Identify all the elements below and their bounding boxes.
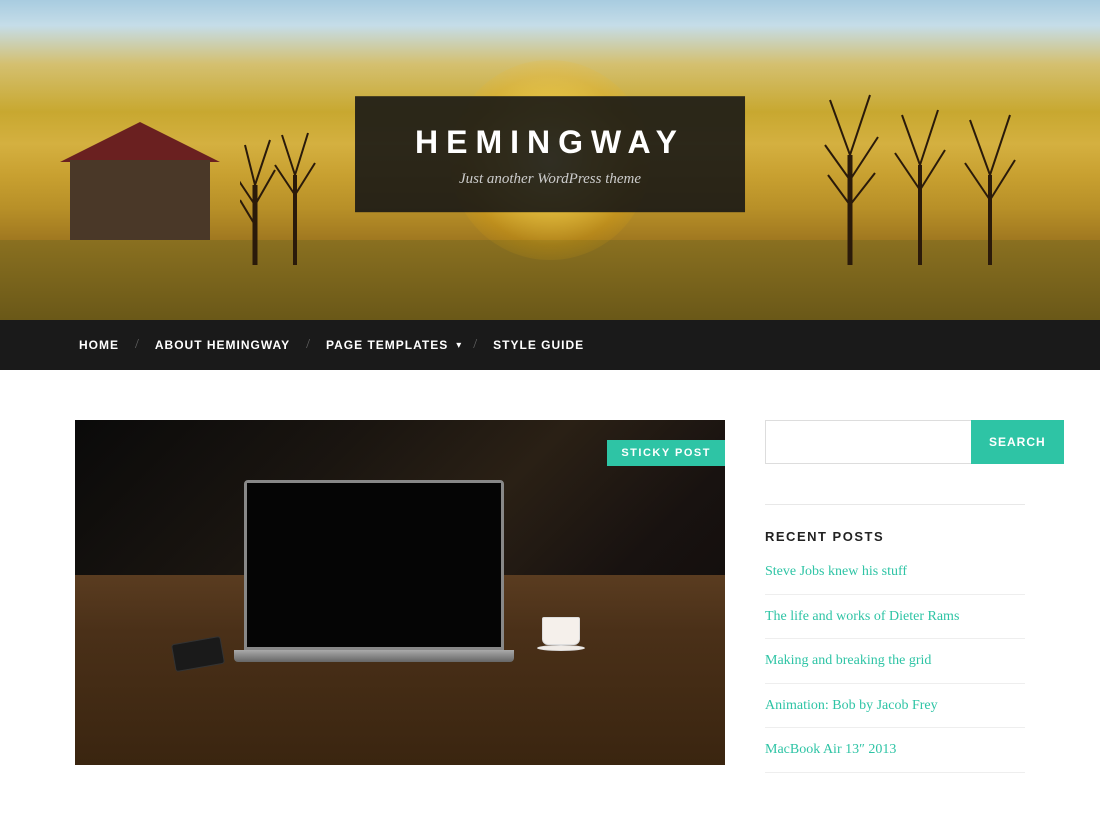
nav-separator-1: /: [135, 337, 139, 353]
nav-separator-2: /: [306, 337, 310, 353]
featured-post: STICKY POST: [75, 420, 725, 765]
list-item: Animation: Bob by Jacob Frey: [765, 684, 1025, 729]
list-item: MacBook Air 13″ 2013: [765, 728, 1025, 773]
sidebar: SEARCH RECENT POSTS Steve Jobs knew his …: [765, 420, 1025, 773]
nav-link-about[interactable]: ABOUT HEMINGWAY: [151, 338, 294, 352]
post-image: STICKY POST: [75, 420, 725, 765]
nav-item-about[interactable]: ABOUT HEMINGWAY: [151, 338, 294, 352]
search-input[interactable]: [765, 420, 971, 464]
nav-item-style[interactable]: STYLE GUIDE: [489, 338, 588, 352]
site-title-box: HEMINGWAY Just another WordPress theme: [355, 96, 745, 212]
nav-link-templates[interactable]: PAGE TEMPLATES: [322, 338, 452, 352]
trees-right-decoration: [820, 85, 1020, 265]
recent-posts-title: RECENT POSTS: [765, 529, 1025, 544]
list-item: The life and works of Dieter Rams: [765, 595, 1025, 640]
site-tagline: Just another WordPress theme: [415, 171, 685, 188]
recent-posts-widget: RECENT POSTS Steve Jobs knew his stuff T…: [765, 529, 1025, 773]
list-item: Steve Jobs knew his stuff: [765, 562, 1025, 595]
recent-post-link-2[interactable]: The life and works of Dieter Rams: [765, 609, 959, 624]
sticky-badge: STICKY POST: [607, 440, 725, 466]
sidebar-divider: [765, 504, 1025, 505]
site-title: HEMINGWAY: [415, 124, 685, 161]
nav-link-style[interactable]: STYLE GUIDE: [489, 338, 588, 352]
search-widget: SEARCH: [765, 420, 1025, 464]
recent-posts-list: Steve Jobs knew his stuff The life and w…: [765, 562, 1025, 773]
coffee-cup-decoration: [542, 617, 582, 655]
site-header: HEMINGWAY Just another WordPress theme: [0, 0, 1100, 320]
list-item: Making and breaking the grid: [765, 639, 1025, 684]
nav-link-home[interactable]: HOME: [75, 338, 123, 352]
recent-post-link-3[interactable]: Making and breaking the grid: [765, 653, 931, 668]
nav-separator-3: /: [473, 337, 477, 353]
recent-post-link-1[interactable]: Steve Jobs knew his stuff: [765, 564, 907, 579]
nav-item-templates[interactable]: PAGE TEMPLATES ▾: [322, 338, 461, 352]
search-button[interactable]: SEARCH: [971, 420, 1064, 464]
main-content: STICKY POST SEARCH RECENT POSTS Steve Jo…: [0, 370, 1100, 813]
posts-area: STICKY POST: [75, 420, 725, 773]
recent-post-link-5[interactable]: MacBook Air 13″ 2013: [765, 742, 896, 757]
barn-decoration: [60, 130, 220, 240]
nav-item-home[interactable]: HOME: [75, 338, 123, 352]
main-nav: HOME / ABOUT HEMINGWAY / PAGE TEMPLATES …: [0, 320, 1100, 370]
laptop-decoration: [244, 480, 504, 662]
recent-post-link-4[interactable]: Animation: Bob by Jacob Frey: [765, 698, 938, 713]
trees-decoration: [240, 125, 320, 265]
